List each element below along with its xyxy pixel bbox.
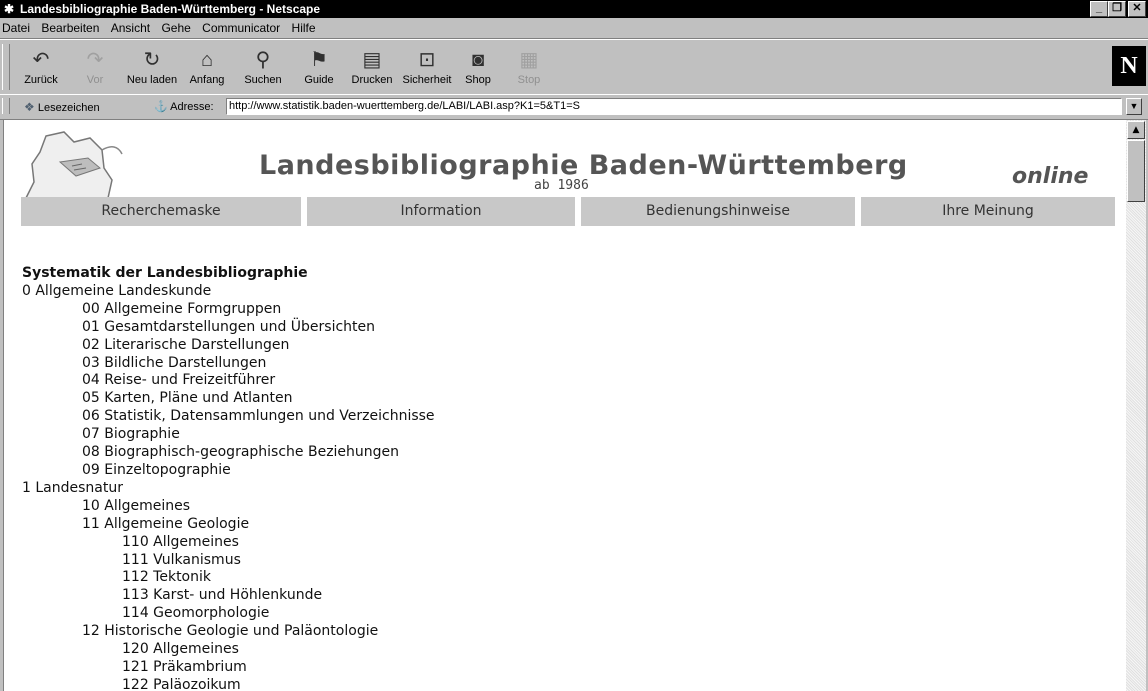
bookmarks-label: Lesezeichen — [37, 102, 100, 114]
systematik-items: 0 Allgemeine Landeskunde 00 Allgemeine Fo… — [22, 283, 435, 691]
url-input[interactable]: http://www.statistik.baden-wuerttemberg.… — [226, 98, 1122, 115]
reload-icon: ↻ — [143, 49, 161, 71]
systematik-item[interactable]: 12 Historische Geologie und Paläontologi… — [22, 623, 435, 641]
toolbar-grip[interactable] — [2, 44, 10, 90]
scroll-up-icon[interactable]: ▲ — [1127, 121, 1145, 139]
systematik-item[interactable]: 1 Landesnatur — [22, 480, 435, 498]
shop-icon: ◙ — [471, 49, 485, 71]
systematik-item[interactable]: 04 Reise- und Freizeitführer — [22, 372, 435, 390]
menu-gehe[interactable]: Gehe — [157, 18, 194, 35]
maximize-icon[interactable]: ❐ — [1108, 1, 1126, 17]
nav-recherchemaske[interactable]: Recherchemaske — [21, 197, 301, 226]
forward-button[interactable]: ↷ Vor — [66, 42, 124, 92]
page-nav: Recherchemaske Information Bedienungshin… — [21, 197, 1115, 226]
systematik-item[interactable]: 111 Vulkanismus — [22, 552, 435, 570]
systematik-item[interactable]: 112 Tektonik — [22, 569, 435, 587]
systematik-heading: Systematik der Landesbibliographie — [22, 265, 308, 281]
back-button[interactable]: ↶ Zurück — [12, 42, 70, 92]
systematik-item[interactable]: 02 Literarische Darstellungen — [22, 337, 435, 355]
search-icon: ⚲ — [255, 49, 271, 71]
forward-button-label: Vor — [86, 74, 104, 86]
systematik-item[interactable]: 122 Paläozoikum — [22, 677, 435, 691]
print-icon: ▤ — [362, 49, 382, 71]
search-button-label: Suchen — [244, 74, 282, 86]
home-button-label: Anfang — [189, 74, 225, 86]
location-toolbar: ❖ Lesezeichen ⚓ Adresse: http://www.stat… — [0, 94, 1148, 120]
systematik-item[interactable]: 110 Allgemeines — [22, 534, 435, 552]
menu-ansicht[interactable]: Ansicht — [107, 18, 154, 35]
print-button-label: Drucken — [351, 74, 393, 86]
close-icon[interactable]: ✕ — [1128, 1, 1146, 17]
security-button-label: Sicherheit — [402, 74, 452, 86]
page-subtitle: ab 1986 — [534, 178, 589, 193]
systematik-item[interactable]: 121 Präkambrium — [22, 659, 435, 677]
print-button[interactable]: ▤ Drucken — [343, 42, 401, 92]
home-button[interactable]: ⌂ Anfang — [178, 42, 236, 92]
nav-information[interactable]: Information — [307, 197, 575, 226]
systematik-item[interactable]: 03 Bildliche Darstellungen — [22, 355, 435, 373]
page-content: Landesbibliographie Baden-Württemberg ab… — [3, 120, 1126, 691]
security-button[interactable]: ⊡ Sicherheit — [398, 42, 456, 92]
window-controls: _ ❐ ✕ — [1090, 1, 1146, 17]
guide-icon: ⚑ — [310, 49, 328, 71]
stop-icon: ▦ — [519, 49, 539, 71]
online-label: online — [1012, 164, 1089, 189]
page-proxy-icon[interactable]: ⚓ — [154, 101, 168, 113]
search-button[interactable]: ⚲ Suchen — [234, 42, 292, 92]
nav-bedienungshinweise[interactable]: Bedienungshinweise — [581, 197, 855, 226]
forward-arrow-icon: ↷ — [86, 49, 104, 71]
scroll-thumb[interactable] — [1127, 140, 1145, 202]
netscape-window-icon: ✱ — [4, 2, 15, 16]
home-icon: ⌂ — [200, 49, 214, 71]
systematik-item[interactable]: 08 Biographisch-geographische Beziehunge… — [22, 444, 435, 462]
systematik-item[interactable]: 01 Gesamtdarstellungen und Übersichten — [22, 319, 435, 337]
systematik-item[interactable]: 10 Allgemeines — [22, 498, 435, 516]
menu-bar: Datei Bearbeiten Ansicht Gehe Communicat… — [0, 18, 1148, 39]
page-title: Landesbibliographie Baden-Württemberg — [259, 150, 908, 181]
minimize-icon[interactable]: _ — [1090, 1, 1108, 17]
address-label-group: ⚓ Adresse: — [154, 100, 214, 113]
window-titlebar: ✱ Landesbibliographie Baden-Württemberg … — [0, 0, 1148, 18]
nav-ihre-meinung[interactable]: Ihre Meinung — [861, 197, 1115, 226]
systematik-item[interactable]: 11 Allgemeine Geologie — [22, 516, 435, 534]
guide-button[interactable]: ⚑ Guide — [290, 42, 348, 92]
systematik-item[interactable]: 113 Karst- und Höhlenkunde — [22, 587, 435, 605]
reload-button[interactable]: ↻ Neu laden — [123, 42, 181, 92]
stop-button-label: Stop — [517, 74, 541, 86]
systematik-item[interactable]: 114 Geomorphologie — [22, 605, 435, 623]
window-title: Landesbibliographie Baden-Württemberg - … — [20, 2, 321, 16]
menu-datei[interactable]: Datei — [0, 18, 34, 35]
lock-icon: ⊡ — [418, 49, 436, 71]
back-button-label: Zurück — [24, 74, 58, 86]
netscape-logo[interactable]: N — [1112, 46, 1146, 86]
shop-button[interactable]: ◙ Shop — [449, 42, 507, 92]
bookmarks-button[interactable]: ❖ Lesezeichen — [24, 100, 100, 114]
systematik-item[interactable]: 00 Allgemeine Formgruppen — [22, 301, 435, 319]
systematik-item[interactable]: 09 Einzeltopographie — [22, 462, 435, 480]
guide-button-label: Guide — [304, 74, 334, 86]
menu-communicator[interactable]: Communicator — [198, 18, 284, 35]
menu-hilfe[interactable]: Hilfe — [288, 18, 320, 35]
url-dropdown-icon[interactable]: ▼ — [1126, 98, 1142, 115]
systematik-item[interactable]: 0 Allgemeine Landeskunde — [22, 283, 435, 301]
navigation-toolbar: ↶ Zurück ↷ Vor ↻ Neu laden ⌂ Anfang ⚲ Su… — [0, 39, 1148, 95]
systematik-item[interactable]: 07 Biographie — [22, 426, 435, 444]
menu-bearbeiten[interactable]: Bearbeiten — [37, 18, 103, 35]
systematik-item[interactable]: 05 Karten, Pläne und Atlanten — [22, 390, 435, 408]
systematik-item[interactable]: 06 Statistik, Datensammlungen und Verzei… — [22, 408, 435, 426]
location-grip[interactable] — [2, 98, 10, 114]
bookmarks-icon: ❖ — [24, 100, 35, 114]
reload-button-label: Neu laden — [126, 74, 178, 86]
stop-button[interactable]: ▦ Stop — [500, 42, 558, 92]
address-label: Adresse: — [170, 101, 214, 113]
systematik-list: Systematik der Landesbibliographie 0 All… — [22, 265, 435, 691]
systematik-item[interactable]: 120 Allgemeines — [22, 641, 435, 659]
vertical-scrollbar[interactable]: ▲ — [1126, 120, 1146, 691]
back-arrow-icon: ↶ — [32, 49, 50, 71]
shop-button-label: Shop — [465, 74, 491, 86]
